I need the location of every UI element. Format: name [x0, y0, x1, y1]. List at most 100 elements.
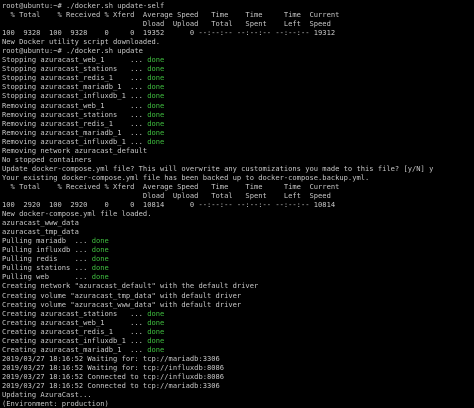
- terminal-line: Removing azuracast_redis_1 ... done: [2, 119, 474, 128]
- terminal-text-green: done: [147, 308, 165, 318]
- terminal-line: % Total % Received % Xferd Average Speed…: [2, 182, 474, 191]
- terminal-text-green: done: [147, 344, 165, 354]
- terminal-text: Your existing docker-compose.yml file ha…: [2, 172, 370, 182]
- terminal-text-green: done: [147, 64, 165, 74]
- terminal-line: Creating network "azuracast_default" wit…: [2, 281, 474, 290]
- terminal-line: 100 9328 100 9328 0 0 19352 0 --:--:-- -…: [2, 28, 474, 37]
- terminal-text-green: done: [91, 272, 109, 282]
- terminal-text: 2019/03/27 18:16:52 Connected to tcp://m…: [2, 380, 220, 390]
- terminal-text-green: done: [147, 127, 165, 137]
- terminal-text: No stopped containers: [2, 154, 92, 164]
- terminal-text: Pulling redis ...: [2, 254, 92, 264]
- terminal-text-green: done: [147, 100, 165, 110]
- terminal-text: azuracast_www_data: [2, 218, 79, 228]
- terminal-line: New docker-compose.yml file loaded.: [2, 209, 474, 218]
- terminal-text: Removing azuracast_influxdb_1 ...: [2, 136, 148, 146]
- terminal-line: Pulling stations ... done: [2, 263, 474, 272]
- terminal-line: Creating azuracast_stations ... done: [2, 309, 474, 318]
- terminal-text: 2019/03/27 18:16:52 Waiting for: tcp://i…: [2, 362, 225, 372]
- terminal-text: (Environment: production): [2, 399, 109, 408]
- terminal-line: azuracast_tmp_data: [2, 227, 474, 236]
- terminal-text: Creating volume "azuracast_www_data" wit…: [2, 299, 242, 309]
- terminal-line: Update docker-compose.yml file? This wil…: [2, 164, 474, 173]
- terminal-line: Stopping azuracast_redis_1 ... done: [2, 73, 474, 82]
- terminal-text: Pulling mariadb ...: [2, 236, 92, 246]
- terminal-text-green: done: [91, 245, 109, 255]
- terminal-text: New Docker utility script downloaded.: [2, 37, 161, 47]
- terminal-line: Stopping azuracast_influxdb_1 ... done: [2, 91, 474, 100]
- terminal-text-green: done: [147, 73, 165, 83]
- terminal-text: Removing azuracast_web_1 ...: [2, 100, 148, 110]
- terminal-line: Removing azuracast_mariadb_1 ... done: [2, 128, 474, 137]
- terminal-window[interactable]: root@ubuntu:~# ./docker.sh update-self %…: [0, 0, 474, 408]
- terminal-text: 100 9328 100 9328 0 0 19352 0 --:--:-- -…: [2, 28, 336, 38]
- terminal-text-green: done: [147, 82, 165, 92]
- terminal-text: Stopping azuracast_web_1 ...: [2, 55, 148, 65]
- terminal-line: Creating azuracast_web_1 ... done: [2, 318, 474, 327]
- terminal-text: Updating AzuraCast...: [2, 390, 92, 400]
- terminal-text: Removing azuracast_mariadb_1 ...: [2, 127, 148, 137]
- terminal-text-green: done: [147, 109, 165, 119]
- terminal-text: root@ubuntu:~# ./docker.sh update: [2, 46, 143, 56]
- terminal-line: Pulling web ... done: [2, 272, 474, 281]
- terminal-line: Stopping azuracast_web_1 ... done: [2, 55, 474, 64]
- terminal-line: 2019/03/27 18:16:52 Waiting for: tcp://m…: [2, 354, 474, 363]
- terminal-line: Stopping azuracast_stations ... done: [2, 64, 474, 73]
- terminal-line: Removing azuracast_stations ... done: [2, 110, 474, 119]
- terminal-text: 2019/03/27 18:16:52 Waiting for: tcp://m…: [2, 353, 220, 363]
- terminal-text: New docker-compose.yml file loaded.: [2, 209, 152, 219]
- terminal-line: azuracast_www_data: [2, 218, 474, 227]
- terminal-line: 2019/03/27 18:16:52 Waiting for: tcp://i…: [2, 363, 474, 372]
- terminal-line: Updating AzuraCast...: [2, 390, 474, 399]
- terminal-text-green: done: [147, 326, 165, 336]
- terminal-text: Creating azuracast_stations ...: [2, 308, 148, 318]
- terminal-line: Pulling mariadb ... done: [2, 236, 474, 245]
- terminal-line: Dload Upload Total Spent Left Speed: [2, 191, 474, 200]
- terminal-line: 2019/03/27 18:16:52 Connected to tcp://i…: [2, 372, 474, 381]
- terminal-text: Stopping azuracast_influxdb_1 ...: [2, 91, 148, 101]
- terminal-text-green: done: [147, 118, 165, 128]
- terminal-line: Your existing docker-compose.yml file ha…: [2, 173, 474, 182]
- terminal-text-green: done: [147, 317, 165, 327]
- terminal-line: root@ubuntu:~# ./docker.sh update-self: [2, 1, 474, 10]
- terminal-line: Creating volume "azuracast_tmp_data" wit…: [2, 291, 474, 300]
- terminal-line: (Environment: production): [2, 399, 474, 408]
- terminal-text: Update docker-compose.yml file? This wil…: [2, 163, 434, 173]
- terminal-line: Creating volume "azuracast_www_data" wit…: [2, 300, 474, 309]
- terminal-text-green: done: [147, 55, 165, 65]
- terminal-line: 100 2920 100 2920 0 0 10814 0 --:--:-- -…: [2, 200, 474, 209]
- terminal-text: Creating azuracast_mariadb_1 ...: [2, 344, 148, 354]
- terminal-line: Removing azuracast_influxdb_1 ... done: [2, 137, 474, 146]
- terminal-text: Removing azuracast_stations ...: [2, 109, 148, 119]
- terminal-text-green: done: [91, 254, 109, 264]
- terminal-line: 2019/03/27 18:16:52 Connected to tcp://m…: [2, 381, 474, 390]
- terminal-line: No stopped containers: [2, 155, 474, 164]
- terminal-line: Removing network azuracast_default: [2, 146, 474, 155]
- terminal-text-green: done: [147, 136, 165, 146]
- terminal-line: Stopping azuracast_mariadb_1 ... done: [2, 82, 474, 91]
- terminal-text: Creating azuracast_web_1 ...: [2, 317, 148, 327]
- terminal-text: Pulling influxdb ...: [2, 245, 92, 255]
- terminal-text: Creating azuracast_influxdb_1 ...: [2, 335, 148, 345]
- terminal-text: Stopping azuracast_redis_1 ...: [2, 73, 148, 83]
- terminal-text: Pulling stations ...: [2, 263, 92, 273]
- terminal-text: Dload Upload Total Spent Left Speed: [2, 190, 331, 200]
- terminal-text: Pulling web ...: [2, 272, 92, 282]
- terminal-text: Dload Upload Total Spent Left Speed: [2, 19, 331, 29]
- terminal-line: Pulling redis ... done: [2, 254, 474, 263]
- terminal-text-green: done: [91, 263, 109, 273]
- terminal-text: % Total % Received % Xferd Average Speed…: [2, 181, 340, 191]
- terminal-text-green: done: [147, 91, 165, 101]
- terminal-text: Creating volume "azuracast_tmp_data" wit…: [2, 290, 242, 300]
- terminal-text: Creating network "azuracast_default" wit…: [2, 281, 259, 291]
- terminal-line: Creating azuracast_influxdb_1 ... done: [2, 336, 474, 345]
- terminal-text: Stopping azuracast_stations ...: [2, 64, 148, 74]
- terminal-line: Removing azuracast_web_1 ... done: [2, 101, 474, 110]
- terminal-text-green: done: [91, 236, 109, 246]
- terminal-text: 2019/03/27 18:16:52 Connected to tcp://i…: [2, 371, 225, 381]
- terminal-text: Removing network azuracast_default: [2, 145, 148, 155]
- terminal-text: % Total % Received % Xferd Average Speed…: [2, 10, 340, 20]
- terminal-line: Creating azuracast_mariadb_1 ... done: [2, 345, 474, 354]
- terminal-line: New Docker utility script downloaded.: [2, 37, 474, 46]
- terminal-text: Stopping azuracast_mariadb_1 ...: [2, 82, 148, 92]
